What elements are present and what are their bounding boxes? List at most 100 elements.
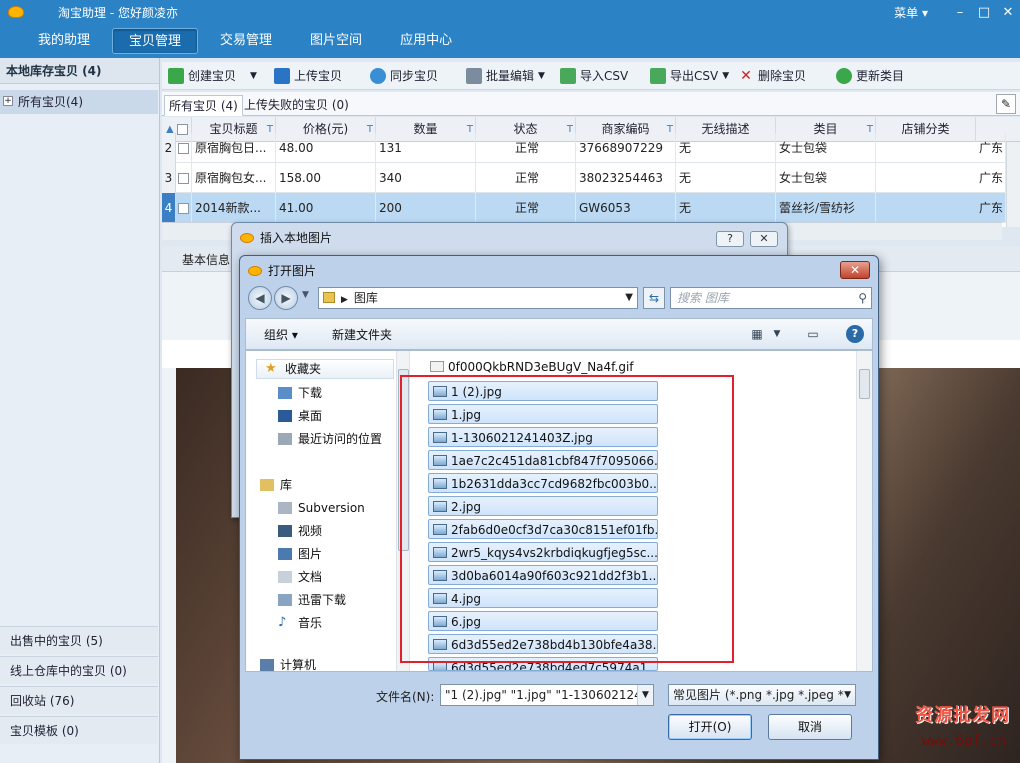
cell-wireless[interactable]: 无 — [676, 133, 776, 163]
tree-item-desktop[interactable]: 桌面 — [278, 406, 322, 426]
cell-wireless[interactable]: 无 — [676, 163, 776, 193]
history-chevron-icon[interactable]: ▼ — [302, 290, 309, 300]
nav-app-center[interactable]: 应用中心 — [384, 28, 468, 54]
nav-my-assistant[interactable]: 我的助理 — [22, 28, 106, 54]
filetype-select[interactable]: 常见图片 (*.png *.jpg *.jpeg * ▼ — [668, 684, 856, 706]
tree-item-libraries[interactable]: 库 — [260, 475, 292, 495]
back-icon[interactable]: ◀ — [248, 286, 272, 310]
tree-item-downloads[interactable]: 下载 — [278, 383, 322, 403]
cell-status[interactable]: 正常 — [476, 163, 576, 193]
create-item-button[interactable]: 创建宝贝 ▼ — [168, 66, 257, 86]
cell-title[interactable]: 2014新款... — [192, 193, 276, 223]
close-icon[interactable]: ✕ — [750, 231, 778, 247]
cell-title[interactable]: 原宿胸包女... — [192, 163, 276, 193]
tree-item-music[interactable]: ♪ 音乐 — [278, 613, 322, 633]
path-breadcrumb[interactable]: ▶ 图库 ▼ — [318, 287, 638, 309]
table-row[interactable]: 3 原宿胸包女... 158.00 340 正常 38023254463 无 女… — [162, 163, 1006, 193]
chevron-down-icon[interactable]: ▼ — [250, 66, 257, 86]
cell-price[interactable]: 41.00 — [276, 193, 376, 223]
tree-item-documents[interactable]: 文档 — [278, 567, 322, 587]
help-icon[interactable]: ? — [716, 231, 744, 247]
cell-qty[interactable]: 131 — [376, 133, 476, 163]
preview-pane-icon[interactable]: ▭ — [804, 325, 822, 343]
filename-input[interactable]: "1 (2).jpg" "1.jpg" "1-1306021241 ▼ — [440, 684, 654, 706]
file-item-selected[interactable]: 2.jpg — [428, 496, 658, 516]
file-item-selected[interactable]: 4.jpg — [428, 588, 658, 608]
file-item-selected[interactable]: 1b2631dda3cc7cd9682fbc003b0... — [428, 473, 658, 493]
cell-category[interactable]: 蕾丝衫/雪纺衫 — [776, 193, 876, 223]
file-list-scrollbar[interactable] — [856, 351, 872, 671]
close-icon[interactable]: ✕ — [840, 261, 870, 279]
cell-status[interactable]: 正常 — [476, 193, 576, 223]
cell-wireless[interactable]: 无 — [676, 193, 776, 223]
file-item-selected[interactable]: 6d3d55ed2e738bd4ed7c5974a1... — [428, 657, 658, 671]
sidebar-item-all[interactable]: + 所有宝贝(4) — [0, 90, 158, 114]
file-list-scroll-thumb[interactable] — [859, 369, 870, 399]
file-item-selected[interactable]: 3d0ba6014a90f603c921dd2f3b1... — [428, 565, 658, 585]
row-checkbox-cell[interactable] — [178, 133, 192, 163]
update-category-button[interactable]: 更新类目 — [836, 66, 904, 86]
table-row-selected[interactable]: 4 2014新款... 41.00 200 正常 GW6053 无 蕾丝衫/雪纺… — [162, 193, 1006, 223]
row-checkbox-cell[interactable] — [178, 163, 192, 193]
edit-icon[interactable]: ✎ — [996, 94, 1016, 114]
import-csv-button[interactable]: 导入CSV — [560, 66, 628, 86]
search-input[interactable]: 搜索 图库 ⚲ — [670, 287, 872, 309]
tree-item-favorites[interactable]: ★ 收藏夹 — [256, 359, 394, 379]
minimize-icon[interactable]: – — [948, 5, 972, 20]
tree-item-computer[interactable]: 计算机 — [260, 655, 316, 675]
nav-image-space[interactable]: 图片空间 — [294, 28, 378, 54]
file-item-selected[interactable]: 6d3d55ed2e738bd4b130bfe4a38... — [428, 634, 658, 654]
row-checkbox-cell[interactable] — [178, 193, 192, 223]
nav-trade-management[interactable]: 交易管理 — [204, 28, 288, 54]
sidebar-item-recycle-bin[interactable]: 回收站 (76) — [0, 686, 158, 714]
table-vertical-scrollbar[interactable] — [1006, 142, 1020, 227]
nav-item-management[interactable]: 宝贝管理 — [112, 28, 199, 54]
cancel-button[interactable]: 取消 — [768, 714, 852, 740]
batch-edit-button[interactable]: 批量编辑 ▼ — [466, 66, 545, 86]
sync-item-button[interactable]: 同步宝贝 — [370, 66, 438, 86]
chevron-down-icon[interactable]: ▼ — [538, 66, 545, 86]
cell-code[interactable]: 37668907229 — [576, 133, 676, 163]
sidebar-item-warehouse[interactable]: 线上仓库中的宝贝 (0) — [0, 656, 158, 684]
cell-shop-category[interactable]: 广东 — [976, 133, 1006, 163]
cell-code[interactable]: 38023254463 — [576, 163, 676, 193]
tree-item-subversion[interactable]: Subversion — [278, 498, 365, 518]
tree-item-recent[interactable]: 最近访问的位置 — [278, 429, 382, 449]
cell-status[interactable]: 正常 — [476, 133, 576, 163]
cell-category[interactable]: 女士包袋 — [776, 133, 876, 163]
delete-item-button[interactable]: ✕ 删除宝贝 — [738, 66, 806, 86]
row-checkbox[interactable] — [178, 143, 189, 154]
table-row[interactable]: 2 原宿胸包日... 48.00 131 正常 37668907229 无 女士… — [162, 133, 1006, 163]
file-item-selected[interactable]: 6.jpg — [428, 611, 658, 631]
refresh-icon[interactable]: ⇆ — [643, 287, 665, 309]
export-csv-button[interactable]: 导出CSV ▼ — [650, 66, 729, 86]
close-icon[interactable]: ✕ — [996, 5, 1020, 20]
chevron-right-icon[interactable]: ▶ — [341, 295, 348, 305]
organize-button[interactable]: 组织 ▾ — [264, 326, 298, 343]
expand-icon[interactable]: + — [3, 96, 13, 106]
cell-price[interactable]: 48.00 — [276, 133, 376, 163]
sidebar-item-templates[interactable]: 宝贝模板 (0) — [0, 716, 158, 744]
help-icon[interactable]: ? — [846, 325, 864, 343]
file-item-selected[interactable]: 1ae7c2c451da81cbf847f7095066... — [428, 450, 658, 470]
cell-shop-category[interactable]: 广东 — [976, 163, 1006, 193]
sidebar-item-on-sale[interactable]: 出售中的宝贝 (5) — [0, 626, 158, 654]
file-item-selected[interactable]: 1-1306021241403Z.jpg — [428, 427, 658, 447]
open-button[interactable]: 打开(O) — [668, 714, 752, 740]
row-checkbox[interactable] — [178, 173, 189, 184]
tree-item-pictures[interactable]: 图片 — [278, 544, 322, 564]
cell-price[interactable]: 158.00 — [276, 163, 376, 193]
tab-basic-info[interactable]: 基本信息 — [182, 251, 230, 268]
maximize-icon[interactable]: □ — [972, 5, 996, 20]
chevron-down-icon[interactable]: ▼ — [844, 685, 851, 705]
menu-button[interactable]: 菜单 ▾ — [894, 4, 928, 21]
chevron-down-icon[interactable]: ▼ — [768, 325, 786, 343]
tree-scrollbar[interactable] — [396, 351, 410, 671]
tab-upload-failed[interactable]: 上传失败的宝贝 (0) — [240, 95, 353, 116]
chevron-down-icon[interactable]: ▼ — [722, 66, 729, 86]
cell-title[interactable]: 原宿胸包日... — [192, 133, 276, 163]
tab-all-items[interactable]: 所有宝贝 (4) — [164, 95, 243, 116]
file-item-selected[interactable]: 2fab6d0e0cf3d7ca30c8151ef01fb... — [428, 519, 658, 539]
row-checkbox[interactable] — [178, 203, 189, 214]
cell-qty[interactable]: 340 — [376, 163, 476, 193]
